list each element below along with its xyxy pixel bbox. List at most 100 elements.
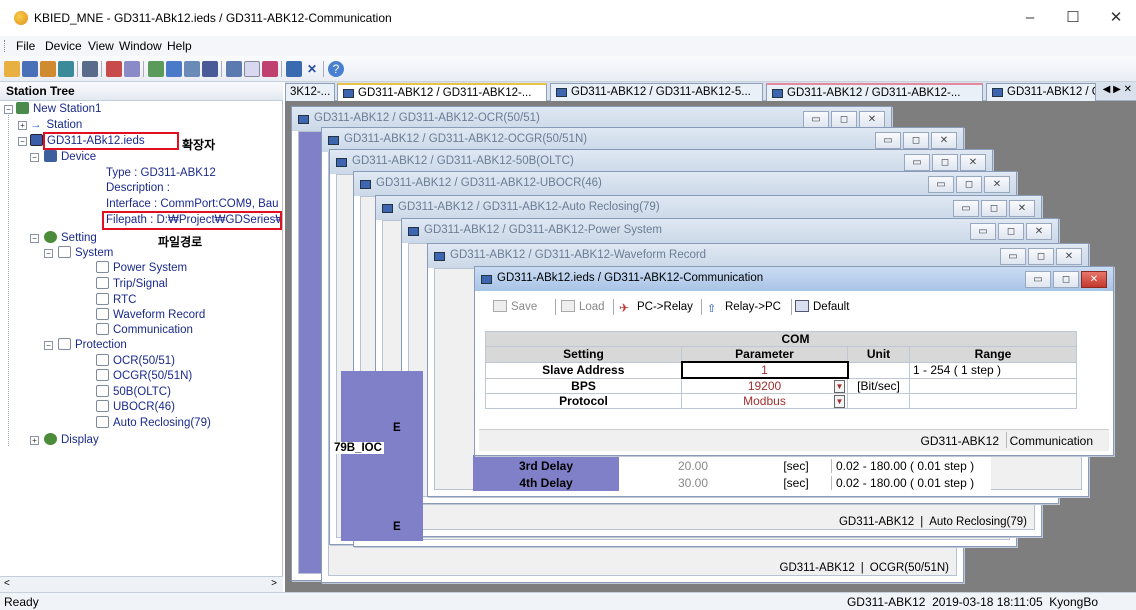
minimize-icon[interactable]: ▭ — [970, 223, 996, 240]
restore-icon[interactable]: ◻ — [956, 176, 982, 193]
restore-icon[interactable]: ◻ — [981, 200, 1007, 217]
close-icon[interactable]: ✕ — [931, 132, 957, 149]
tree-node-interface[interactable]: Interface : CommPort:COM9, Bau — [106, 197, 279, 212]
collapse-icon[interactable]: − — [44, 249, 53, 258]
tree-node-protection[interactable]: Protection — [58, 338, 127, 353]
tree-horizontal-scrollbar[interactable]: < > — [0, 576, 283, 592]
connect-icon[interactable] — [106, 61, 122, 77]
settings-icon[interactable] — [202, 61, 218, 77]
restore-icon[interactable]: ◻ — [998, 223, 1024, 240]
minimize-icon[interactable]: ▭ — [803, 111, 829, 128]
close-icon[interactable]: ✕ — [1009, 200, 1035, 217]
minimize-button[interactable]: – — [1010, 4, 1050, 32]
collapse-icon[interactable]: − — [18, 137, 27, 146]
collapse-icon[interactable]: − — [30, 234, 39, 243]
tab-document-2[interactable]: GD311-ABK12 / GD311-ABK12-... — [337, 83, 547, 101]
collapse-icon[interactable]: − — [4, 105, 13, 114]
bps-select[interactable]: 19200 ▼ — [681, 377, 848, 394]
menu-help[interactable]: Help — [167, 39, 192, 53]
wave-icon[interactable] — [244, 61, 260, 77]
collapse-icon[interactable]: − — [44, 341, 53, 350]
close-icon[interactable]: ✕ — [1081, 271, 1107, 288]
minimize-icon[interactable]: ▭ — [953, 200, 979, 217]
value-4th-delay[interactable]: 30.00 — [619, 476, 767, 490]
monitor-icon[interactable] — [184, 61, 200, 77]
window-communication[interactable]: GD311-ABk12.ieds / GD311-ABK12-Communica… — [474, 266, 1114, 456]
expand-icon[interactable]: + — [30, 436, 39, 445]
close-icon[interactable]: ✕ — [984, 176, 1010, 193]
restore-icon[interactable]: ◻ — [932, 154, 958, 171]
tree-node-device[interactable]: Device — [44, 150, 96, 165]
relay-to-pc-button[interactable]: ⇧ Relay->PC — [707, 297, 781, 317]
restore-icon[interactable]: ◻ — [903, 132, 929, 149]
tree-node-trip-signal[interactable]: Trip/Signal — [96, 277, 168, 292]
protocol-select[interactable]: Modbus ▼ — [681, 393, 848, 409]
tab-scroll-icon[interactable]: ◀ ▶ ✕ — [1103, 84, 1132, 95]
save-button[interactable]: Save — [493, 297, 537, 317]
tree-node-power-system[interactable]: Power System — [96, 261, 187, 276]
menu-view[interactable]: View — [88, 39, 114, 53]
tree-node-rtc[interactable]: RTC — [96, 293, 136, 308]
disconnect-icon[interactable] — [124, 61, 140, 77]
close-icon[interactable]: ✕ — [859, 111, 885, 128]
wave2-icon[interactable] — [262, 61, 278, 77]
chevron-down-icon[interactable]: ▼ — [834, 395, 845, 408]
tab-document-5[interactable]: GD311-ABK12 / GD... — [986, 83, 1096, 101]
tree-node-communication[interactable]: Communication — [96, 323, 193, 338]
collapse-icon[interactable]: − — [30, 153, 39, 162]
close-icon[interactable]: ✕ — [960, 154, 986, 171]
tree-node-station[interactable]: → Station — [30, 118, 82, 133]
close-window-icon[interactable]: ✕ — [304, 61, 320, 77]
download-icon[interactable] — [166, 61, 182, 77]
restore-icon[interactable]: ◻ — [1028, 248, 1054, 265]
import-icon[interactable] — [58, 61, 74, 77]
minimize-icon[interactable]: ▭ — [875, 132, 901, 149]
help-icon[interactable]: ? — [328, 61, 344, 77]
chart-icon[interactable] — [226, 61, 242, 77]
tree-node-ocgr[interactable]: OCGR(50/51N) — [96, 369, 192, 384]
pc-to-relay-button[interactable]: ✈ PC->Relay — [619, 297, 693, 317]
tree-node-ocr[interactable]: OCR(50/51) — [96, 354, 175, 369]
save-icon[interactable] — [22, 61, 38, 77]
upload-icon[interactable] — [148, 61, 164, 77]
scroll-left-icon[interactable]: < — [4, 578, 10, 589]
menu-file[interactable]: File — [16, 39, 35, 53]
fragment-letter: E — [393, 521, 401, 533]
maximize-button[interactable]: ☐ — [1053, 4, 1093, 32]
menu-device[interactable]: Device — [45, 39, 82, 53]
restore-icon[interactable]: ◻ — [831, 111, 857, 128]
export-icon[interactable] — [40, 61, 56, 77]
tree-node-description[interactable]: Description : — [106, 181, 170, 196]
restore-icon[interactable]: ◻ — [1053, 271, 1079, 288]
network-icon[interactable] — [286, 61, 302, 77]
tree-node-station-root[interactable]: New Station1 — [16, 102, 101, 117]
tree-node-type[interactable]: Type : GD311-ABK12 — [106, 166, 216, 181]
tree-node-waveform-record[interactable]: Waveform Record — [96, 308, 205, 323]
tree-node-ubocr[interactable]: UBOCR(46) — [96, 400, 175, 415]
chevron-down-icon[interactable]: ▼ — [834, 380, 845, 393]
close-button[interactable]: ✕ — [1096, 4, 1136, 32]
expand-icon[interactable]: + — [18, 121, 27, 130]
value-3rd-delay[interactable]: 20.00 — [619, 459, 767, 473]
tree-node-display[interactable]: Display — [44, 433, 99, 448]
default-button[interactable]: Default — [795, 297, 849, 317]
minimize-icon[interactable]: ▭ — [928, 176, 954, 193]
menu-window[interactable]: Window — [119, 39, 162, 53]
tree-node-setting[interactable]: Setting — [44, 231, 97, 246]
open-icon[interactable] — [4, 61, 20, 77]
minimize-icon[interactable]: ▭ — [904, 154, 930, 171]
tree-node-auto-reclosing[interactable]: Auto Reclosing(79) — [96, 416, 211, 431]
tree-node-50b[interactable]: 50B(OLTC) — [96, 385, 171, 400]
print-icon[interactable] — [82, 61, 98, 77]
load-button[interactable]: Load — [561, 297, 605, 317]
minimize-icon[interactable]: ▭ — [1025, 271, 1051, 288]
tab-document-4[interactable]: GD311-ABK12 / GD311-ABK12-... — [766, 83, 983, 101]
tab-document-3[interactable]: GD311-ABK12 / GD311-ABK12-5... — [550, 83, 763, 101]
close-icon[interactable]: ✕ — [1056, 248, 1082, 265]
tab-document-1[interactable]: 3K12-... — [285, 83, 335, 101]
scroll-right-icon[interactable]: > — [271, 578, 277, 589]
minimize-icon[interactable]: ▭ — [1000, 248, 1026, 265]
close-icon[interactable]: ✕ — [1026, 223, 1052, 240]
slave-address-input[interactable]: 1 — [680, 361, 849, 379]
tree-node-system[interactable]: System — [58, 246, 113, 261]
